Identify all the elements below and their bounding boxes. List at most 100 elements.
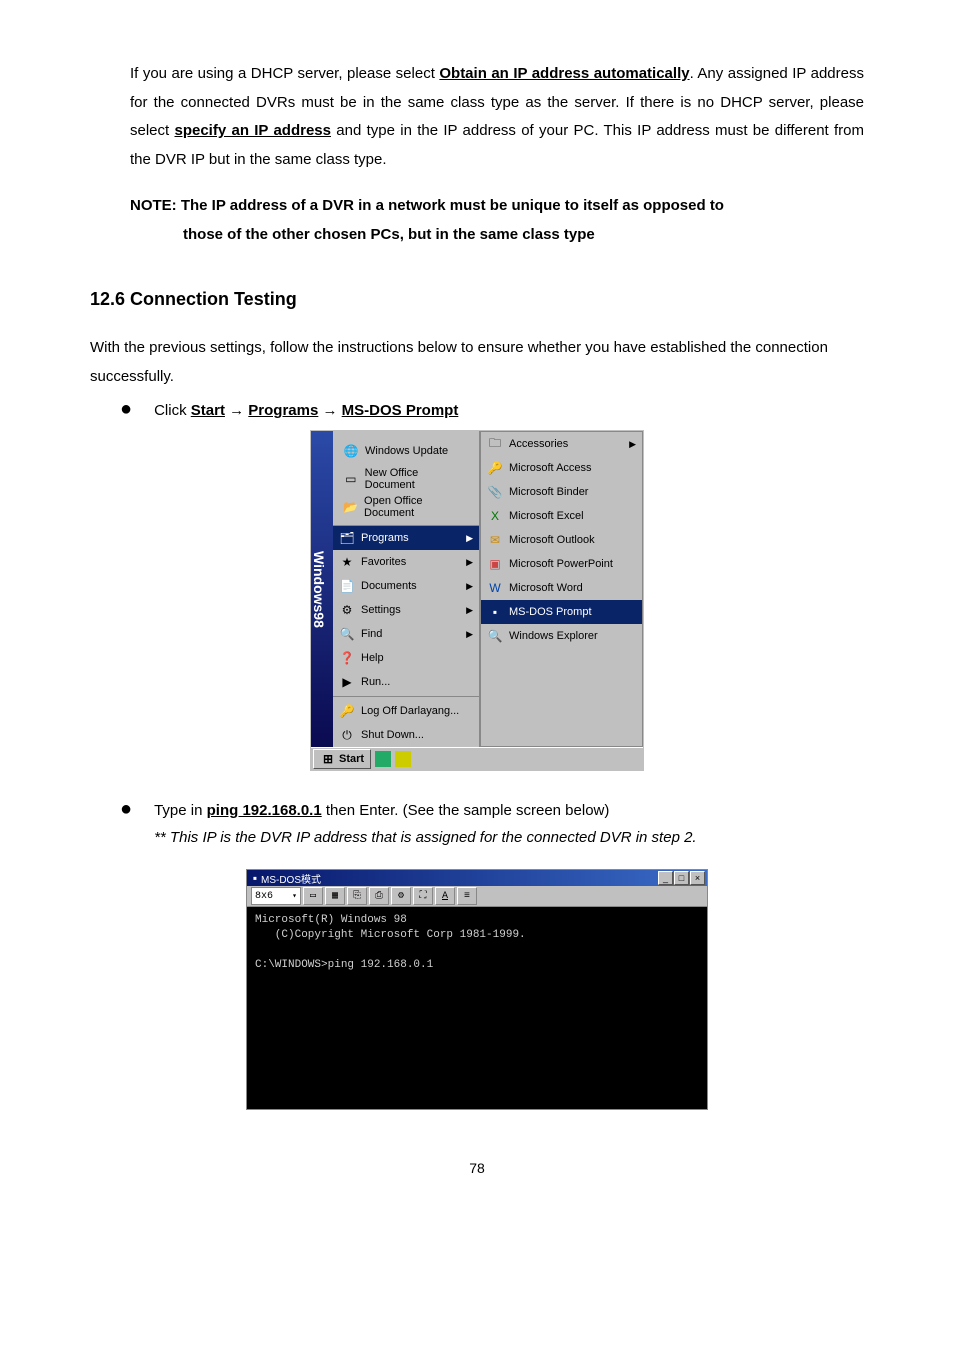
chevron-right-icon: ▶ [466,557,473,568]
bullet-icon: ● [120,799,132,819]
shutdown-icon: ⏻ [339,727,355,743]
submenu-excel[interactable]: XMicrosoft Excel [481,504,642,528]
arrow: → [225,402,248,419]
label: Microsoft Word [509,582,583,594]
menu-documents[interactable]: 📄Documents▶ [333,574,479,598]
msdos-console[interactable]: Microsoft(R) Windows 98 (C)Copyright Mic… [247,907,707,1109]
windows-icon: ⊞ [320,751,336,767]
page-number: 78 [90,1160,864,1176]
label: Windows Update [365,445,448,457]
menu-logoff[interactable]: 🔑 Log Off Darlayang... [333,699,479,723]
bullet-icon: ● [120,399,132,419]
powerpoint-icon: ▣ [487,556,503,572]
menu-windows-update[interactable]: 🌐Windows Update [337,437,475,465]
binder-icon: 📎 [487,484,503,500]
chevron-right-icon: ▶ [466,605,473,616]
submenu-windows-explorer[interactable]: 🔍 Windows Explorer [481,624,642,648]
explorer-icon: 🔍 [487,628,503,644]
note-line1: NOTE: The IP address of a DVR in a netwo… [130,197,724,214]
obtain-ip-label: Obtain an IP address automatically [439,65,689,82]
toolbar-button[interactable]: ▦ [325,887,345,905]
menu-open-office-document[interactable]: 📂Open Office Document [337,493,475,521]
logoff-icon: 🔑 [339,703,355,719]
submenu-binder[interactable]: 📎Microsoft Binder [481,480,642,504]
toolbar-button[interactable]: ⎘ [347,887,367,905]
msdos-icon: ▪ [487,604,503,620]
window-title: MS-DOS模式 [261,871,321,886]
label: Microsoft PowerPoint [509,558,613,570]
toolbar-button[interactable]: ≡ [457,887,477,905]
label: Find [361,628,382,640]
chevron-right-icon: ▶ [466,533,473,544]
note-line2: those of the other chosen PCs, but in th… [130,221,864,250]
console-line: Microsoft(R) Windows 98 [255,914,407,926]
submenu-access[interactable]: 🔑Microsoft Access [481,456,642,480]
toolbar-button[interactable]: ⛶ [413,887,433,905]
arrow: → [318,402,341,419]
label: Programs [361,532,409,544]
menu-programs[interactable]: 🗂Programs▶ [333,526,479,550]
msdos-titlebar: ▪ MS-DOS模式 _ □ × [247,870,707,886]
minimize-button[interactable]: _ [658,871,673,885]
label: Favorites [361,556,406,568]
label: Accessories [509,438,568,450]
label: Open Office Document [364,495,469,519]
msdos-toolbar: 8x6▾ ▭ ▦ ⎘ ⎙ ⚙ ⛶ A ≡ [247,886,707,907]
msdos-icon: ▪ [249,872,261,884]
submenu-accessories[interactable]: 🗀Accessories▶ [481,432,642,456]
submenu-msdos-prompt[interactable]: ▪ MS-DOS Prompt [481,600,642,624]
submenu-powerpoint[interactable]: ▣ Microsoft PowerPoint [481,552,642,576]
label: New Office Document [365,467,469,491]
menu-favorites[interactable]: ★Favorites▶ [333,550,479,574]
toolbar-button[interactable]: ▭ [303,887,323,905]
toolbar-button[interactable]: ⚙ [391,887,411,905]
label: Run... [361,676,390,688]
toolbar-button[interactable]: A [435,887,455,905]
chevron-right-icon: ▶ [466,629,473,640]
label: MS-DOS Prompt [509,606,592,618]
run-icon: ▶ [339,674,355,690]
label: Windows Explorer [509,630,598,642]
menu-settings[interactable]: ⚙Settings▶ [333,598,479,622]
msdos-window: ▪ MS-DOS模式 _ □ × 8x6▾ ▭ ▦ ⎘ ⎙ ⚙ ⛶ A ≡ Mi… [246,869,708,1110]
console-line: (C)Copyright Microsoft Corp 1981-1999. [255,929,526,941]
menu-find[interactable]: 🔍Find▶ [333,622,479,646]
folder-icon: 🗀 [487,436,503,452]
menu-help[interactable]: ❓Help [333,646,479,670]
page-content: If you are using a DHCP server, please s… [0,0,954,1216]
text: then Enter. (See the sample screen below… [322,802,610,819]
submenu-word[interactable]: W Microsoft Word [481,576,642,600]
label: Help [361,652,384,664]
label: Log Off Darlayang... [361,705,459,717]
bullet-ping: ● Type in ping 192.168.0.1 then Enter. (… [90,797,864,851]
close-button[interactable]: × [690,871,705,885]
menu-shutdown[interactable]: ⏻Shut Down... [333,723,479,747]
menu-new-office-document[interactable]: ▭New Office Document [337,465,475,493]
word-icon: W [487,580,503,596]
start-button[interactable]: ⊞Start [313,749,371,769]
tray-icon[interactable] [375,751,391,767]
window-buttons: _ □ × [658,871,705,885]
msdos-label: MS-DOS Prompt [342,402,459,419]
programs-label: Programs [248,402,318,419]
bullet-start-programs: ● Click Start → Programs → MS-DOS Prompt [90,397,864,424]
label: 8x6 [255,891,273,902]
font-size-dropdown[interactable]: 8x6▾ [251,887,301,905]
access-icon: 🔑 [487,460,503,476]
menu-run[interactable]: ▶ Run... [333,670,479,694]
bullet-text: Type in ping 192.168.0.1 then Enter. (Se… [154,797,697,851]
bullet-text: Click Start → Programs → MS-DOS Prompt [154,397,458,424]
note-block: NOTE: The IP address of a DVR in a netwo… [90,192,864,249]
text: If you are using a DHCP server, please s… [130,65,439,82]
maximize-button[interactable]: □ [674,871,689,885]
separator [333,696,479,697]
label: Start [339,753,364,765]
ping-command: ping 192.168.0.1 [207,802,322,819]
windows98-stripe: Windows98 [311,431,333,747]
outlook-icon: ✉ [487,532,503,548]
submenu-outlook[interactable]: ✉Microsoft Outlook [481,528,642,552]
toolbar-button[interactable]: ⎙ [369,887,389,905]
tray-icon[interactable] [395,751,411,767]
specify-ip-label: specify an IP address [174,122,331,139]
console-line: C:\WINDOWS>ping 192.168.0.1 [255,959,433,971]
